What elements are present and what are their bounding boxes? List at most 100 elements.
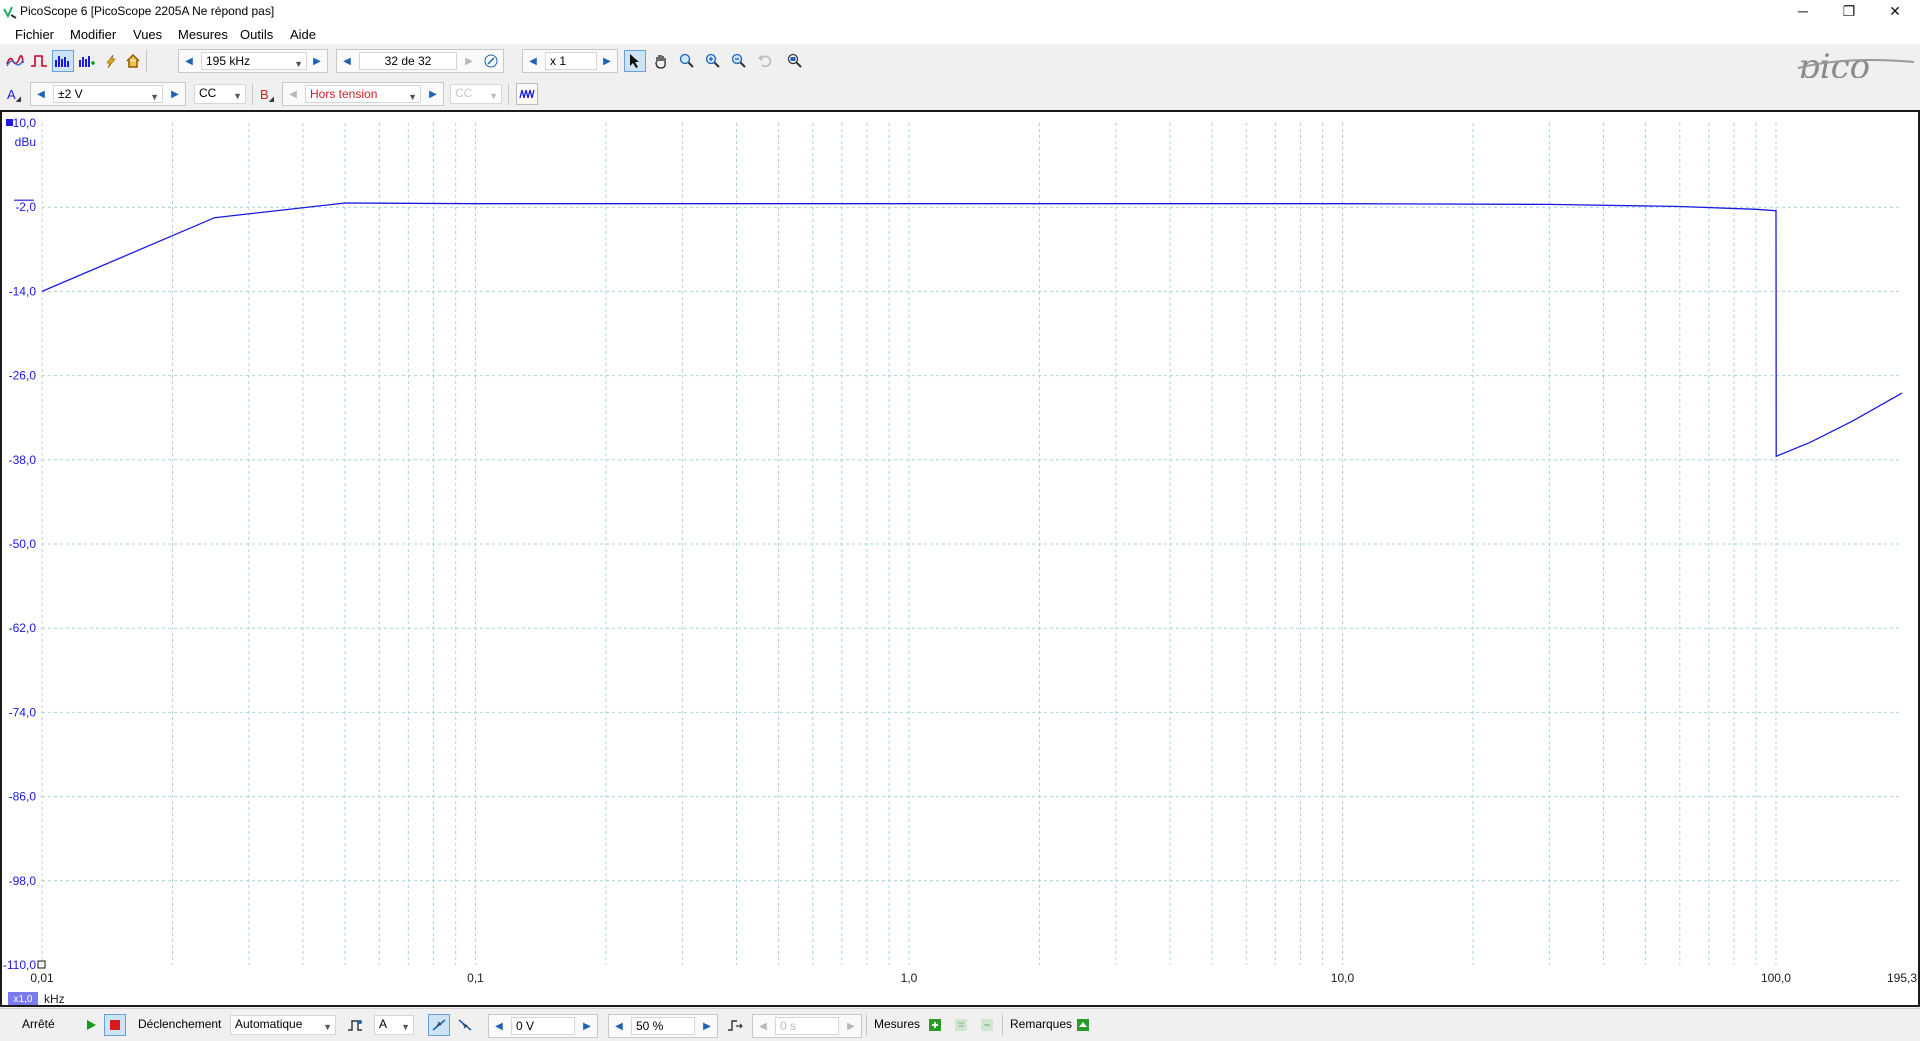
buffer-navigator-icon[interactable] (482, 51, 500, 71)
x-axis-unit-label: kHz (44, 992, 65, 1005)
freq-next-arrow-icon[interactable]: ▶ (308, 51, 326, 71)
y-tick-label: -62,0 (9, 621, 37, 635)
delete-measurement-icon[interactable] (976, 1014, 998, 1036)
trigger-level-control: ◀ 0 V ▶ (488, 1014, 598, 1038)
channel-a-range-value: ±2 V (58, 87, 83, 101)
zoom-next-arrow-icon[interactable]: ▶ (598, 51, 616, 71)
restore-button[interactable]: ❐ (1826, 0, 1872, 24)
pretrigger-prev-arrow-icon[interactable]: ◀ (610, 1016, 628, 1036)
y-tick-label: -38,0 (9, 453, 37, 467)
level-next-arrow-icon[interactable]: ▶ (578, 1016, 596, 1036)
channel-a-axis-marker (6, 119, 13, 126)
zoom-in-icon[interactable] (702, 50, 724, 72)
notes-label: Remarques (1010, 1017, 1073, 1031)
trigger-label: Déclenchement (138, 1017, 222, 1031)
menu-bar: Fichier Modifier Vues Mesures Outils Aid… (0, 24, 1920, 44)
channel-b-range-value: Hors tension (310, 87, 378, 101)
menu-outils[interactable]: Outils (240, 27, 273, 42)
menu-mesures[interactable]: Mesures (178, 27, 228, 42)
select-pointer-icon[interactable] (624, 50, 646, 72)
trigger-mode-select[interactable]: Automatique ▼ (230, 1015, 336, 1035)
corner-dropdown-icon: ◢ (15, 96, 22, 103)
channel-b-options-button[interactable]: B ◢ (256, 83, 278, 105)
menu-vues[interactable]: Vues (133, 27, 162, 42)
zoom-out-icon[interactable] (728, 50, 750, 72)
frequency-range-value: 195 kHz (206, 54, 251, 68)
buffer-prev-arrow-icon[interactable]: ◀ (338, 51, 356, 71)
y-tick-label: -74,0 (9, 705, 37, 719)
chevron-down-icon: ▼ (489, 91, 498, 101)
trigger-mode-value: Automatique (235, 1017, 303, 1031)
delay-timing-icon[interactable] (724, 1014, 746, 1036)
channel-a-coupling-value: CC (199, 86, 217, 100)
zoom-prev-arrow-icon[interactable]: ◀ (524, 51, 542, 71)
stop-icon[interactable] (104, 1014, 126, 1036)
delay-next-arrow-icon[interactable]: ▶ (842, 1016, 860, 1036)
x-tick-label: 10,0 (1331, 971, 1355, 985)
home-icon[interactable] (122, 50, 144, 72)
x-tick-label: 195,3 (1887, 971, 1917, 985)
start-play-icon[interactable] (80, 1014, 102, 1036)
y-axis-unit-label: dBu (15, 135, 36, 149)
channel-a-range-control: ◀ ±2 V ▼ ▶ (30, 82, 186, 106)
menu-aide[interactable]: Aide (290, 27, 316, 42)
close-button[interactable]: ✕ (1872, 0, 1918, 24)
channel-a-range-select[interactable]: ±2 V ▼ (53, 85, 163, 103)
x-tick-label: 0,01 (30, 971, 54, 985)
rising-edge-icon[interactable] (428, 1014, 450, 1036)
pre-trigger-control: ◀ 50 % ▶ (608, 1014, 718, 1038)
y-tick-label: -2,0 (15, 200, 36, 214)
channel-a-coupling-select[interactable]: CC ▼ (194, 84, 246, 104)
trigger-source-select[interactable]: A ▼ (374, 1015, 414, 1035)
hand-pan-icon[interactable] (650, 50, 672, 72)
zoom-factor-field[interactable]: x 1 (545, 52, 597, 70)
persistence-mode-icon[interactable] (28, 50, 50, 72)
window-title: PicoScope 6 [PicoScope 2205A Ne répond p… (20, 4, 275, 18)
buffer-position-field[interactable]: 32 de 32 (359, 52, 457, 70)
status-bar: Arrêté Déclenchement Automatique ▼ A ▼ ◀… (0, 1008, 1920, 1041)
chevron-down-icon: ▼ (294, 59, 303, 69)
channel-b-range-select[interactable]: Hors tension ▼ (305, 85, 421, 103)
scope-mode-icon[interactable] (4, 50, 26, 72)
freq-prev-arrow-icon[interactable]: ◀ (180, 51, 198, 71)
probe-icon[interactable] (100, 50, 122, 72)
level-prev-arrow-icon[interactable]: ◀ (490, 1016, 508, 1036)
add-measurement-icon[interactable] (924, 1014, 946, 1036)
zoom-overview-icon[interactable] (784, 50, 806, 72)
menu-fichier[interactable]: Fichier (15, 27, 54, 42)
range-a-next-arrow-icon[interactable]: ▶ (166, 84, 184, 104)
chevron-down-icon: ▼ (323, 1022, 332, 1032)
minimize-button[interactable]: ─ (1780, 0, 1826, 24)
pre-trigger-field[interactable]: 50 % (631, 1017, 695, 1035)
spectrum-mode-icon[interactable] (52, 50, 74, 72)
picoscope-app-icon (3, 6, 17, 19)
falling-edge-icon[interactable] (454, 1014, 476, 1036)
frequency-range-select[interactable]: 195 kHz ▼ (201, 52, 307, 70)
x-scale-badge-text: x1,0 (14, 994, 33, 1005)
notes-toggle-icon[interactable] (1072, 1014, 1094, 1036)
channel-a-options-button[interactable]: A ◢ (3, 83, 25, 105)
range-b-prev-arrow-icon[interactable]: ◀ (284, 84, 302, 104)
range-a-prev-arrow-icon[interactable]: ◀ (32, 84, 50, 104)
run-state-label: Arrêté (22, 1017, 55, 1031)
new-spectrum-view-icon[interactable] (76, 50, 98, 72)
delay-prev-arrow-icon[interactable]: ◀ (754, 1016, 772, 1036)
separator (252, 83, 253, 105)
channel-b-coupling-select[interactable]: CC ▼ (450, 84, 502, 104)
menu-modifier[interactable]: Modifier (70, 27, 116, 42)
zoom-region-icon[interactable] (676, 50, 698, 72)
pretrigger-next-arrow-icon[interactable]: ▶ (698, 1016, 716, 1036)
range-b-next-arrow-icon[interactable]: ▶ (424, 84, 442, 104)
y-tick-label: -86,0 (9, 790, 37, 804)
signal-generator-icon[interactable] (516, 83, 538, 105)
channel-b-coupling-value: CC (455, 86, 473, 100)
advanced-trigger-icon[interactable] (344, 1014, 366, 1036)
delay-field[interactable]: 0 s (775, 1017, 839, 1035)
spectrum-view[interactable]: 10,0 -2,0 -14,0 -26,0 -38,0 -50,0 -62,0 -74,0 -8… (0, 110, 1920, 1007)
y-tick-label: -110,0 (3, 958, 36, 972)
spectrum-trace (41, 202, 1903, 458)
buffer-next-arrow-icon[interactable]: ▶ (460, 51, 478, 71)
undo-zoom-icon[interactable] (754, 50, 776, 72)
trigger-level-field[interactable]: 0 V (511, 1017, 575, 1035)
edit-measurement-icon[interactable] (950, 1014, 972, 1036)
